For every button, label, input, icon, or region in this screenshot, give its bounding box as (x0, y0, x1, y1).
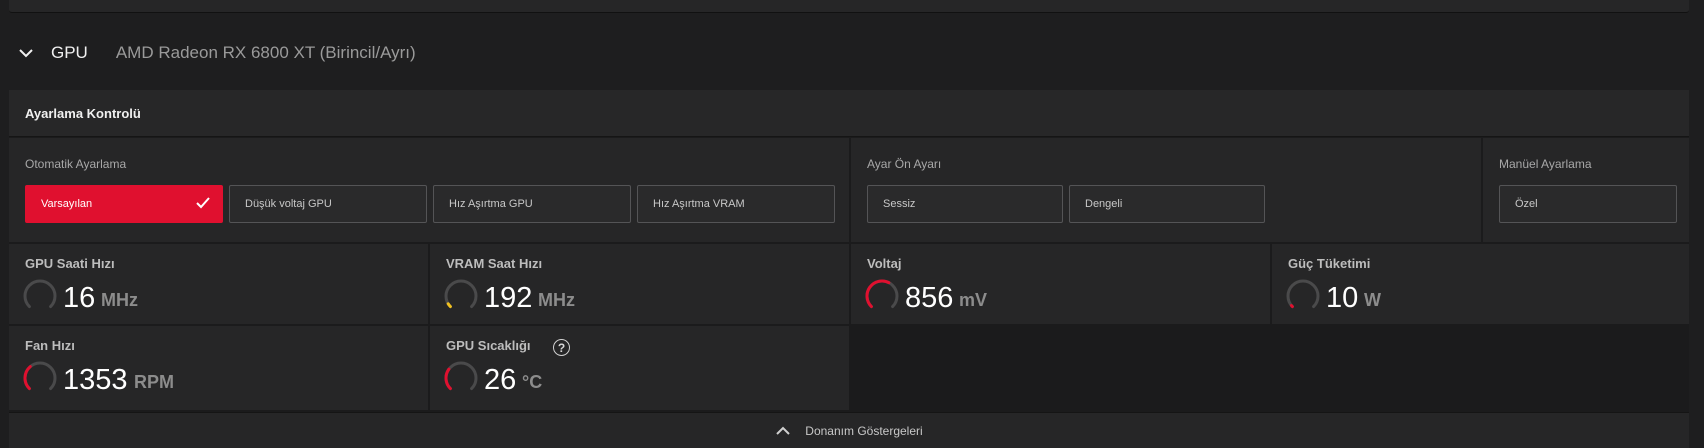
gauge-level (1289, 304, 1294, 309)
manual-tuning-label: Manüel Ayarlama (1499, 157, 1592, 171)
manual-tuning-section: Manüel Ayarlama Özel (1483, 138, 1689, 242)
metric-title: VRAM Saat Hızı (446, 256, 543, 271)
option-label: Düşük voltaj GPU (245, 198, 332, 210)
gpu-section-header[interactable]: GPU AMD Radeon RX 6800 XT (Birincil/Ayrı… (16, 38, 416, 68)
panel-title: Ayarlama Kontrolü (25, 105, 141, 121)
gauge-icon (444, 279, 478, 309)
chevron-up-icon (776, 426, 791, 435)
previous-section-strip (9, 0, 1689, 13)
hardware-indicators-toggle[interactable]: Donanım Göstergeleri (9, 412, 1689, 448)
metric-unit: mV (959, 290, 988, 310)
gauge-icon (865, 279, 899, 309)
gauge-icon (23, 279, 57, 309)
gauge-icon (444, 361, 478, 391)
gauge-level (23, 365, 32, 391)
help-icon[interactable]: ? (553, 339, 570, 356)
preset-tuning-label: Ayar Ön Ayarı (867, 157, 942, 171)
gauge-level (865, 279, 891, 309)
auto-tuning-section: Otomatik Ayarlama Varsayılan Düşük volta… (9, 138, 849, 242)
option-label: Özel (1515, 198, 1538, 210)
gauge-level (444, 367, 452, 391)
metric-vram-clock: VRAM Saat Hızı 192 MHz (430, 244, 849, 324)
option-label: Sessiz (883, 198, 916, 210)
metric-value: 10 (1326, 282, 1359, 314)
chevron-down-icon[interactable] (16, 43, 36, 63)
option-label: Hız Aşırtma GPU (449, 198, 533, 210)
metric-value: 1353 (63, 364, 128, 396)
metric-value: 16 (63, 282, 96, 314)
option-label: Hız Aşırtma VRAM (653, 198, 745, 210)
metric-unit: W (1364, 290, 1381, 310)
tuning-panel: Ayarlama Kontrolü Otomatik Ayarlama Vars… (9, 90, 1689, 448)
overclock-vram-button[interactable]: Hız Aşırtma VRAM (637, 185, 835, 223)
balanced-preset-button[interactable]: Dengeli (1069, 185, 1265, 223)
preset-tuning-section: Ayar Ön Ayarı Sessiz Dengeli (851, 138, 1481, 242)
check-icon (196, 197, 210, 209)
undervolt-gpu-button[interactable]: Düşük voltaj GPU (229, 185, 427, 223)
metric-title: Voltaj (867, 256, 902, 271)
gauge-icon (1286, 279, 1320, 309)
panel-header: Ayarlama Kontrolü (9, 90, 1689, 137)
metric-title: GPU Saati Hızı (25, 256, 115, 271)
custom-tuning-button[interactable]: Özel (1499, 185, 1677, 223)
gpu-model: AMD Radeon RX 6800 XT (Birincil/Ayrı) (115, 43, 416, 62)
default-option-button[interactable]: Varsayılan (25, 185, 223, 223)
metric-fan-speed: Fan Hızı 1353 RPM (9, 326, 428, 410)
gauge-level (446, 302, 452, 309)
metric-value: 26 (484, 364, 517, 396)
footer-label: Donanım Göstergeleri (805, 423, 923, 438)
metric-gpu-temp: GPU Sıcaklığı 26 °C? (430, 326, 849, 410)
metric-title: Güç Tüketimi (1288, 256, 1371, 271)
overclock-gpu-button[interactable]: Hız Aşırtma GPU (433, 185, 631, 223)
metric-title: Fan Hızı (25, 338, 75, 353)
gpu-title: GPU (51, 43, 88, 62)
auto-tuning-label: Otomatik Ayarlama (25, 157, 127, 171)
metric-title: GPU Sıcaklığı (446, 338, 531, 353)
metric-unit: MHz (101, 290, 138, 310)
gauge-icon (23, 361, 57, 391)
metric-gpu-clock: GPU Saati Hızı 16 MHz (9, 244, 428, 324)
metric-unit: RPM (134, 372, 174, 392)
quiet-preset-button[interactable]: Sessiz (867, 185, 1063, 223)
metric-value: 192 (484, 282, 533, 314)
option-label: Varsayılan (41, 198, 93, 210)
option-label: Dengeli (1085, 198, 1123, 210)
metric-unit: °C (522, 372, 543, 392)
metric-value: 856 (905, 282, 954, 314)
metric-unit: MHz (538, 290, 575, 310)
metric-power: Güç Tüketimi 10 W (1272, 244, 1689, 324)
metric-voltage: Voltaj 856 mV (851, 244, 1270, 324)
